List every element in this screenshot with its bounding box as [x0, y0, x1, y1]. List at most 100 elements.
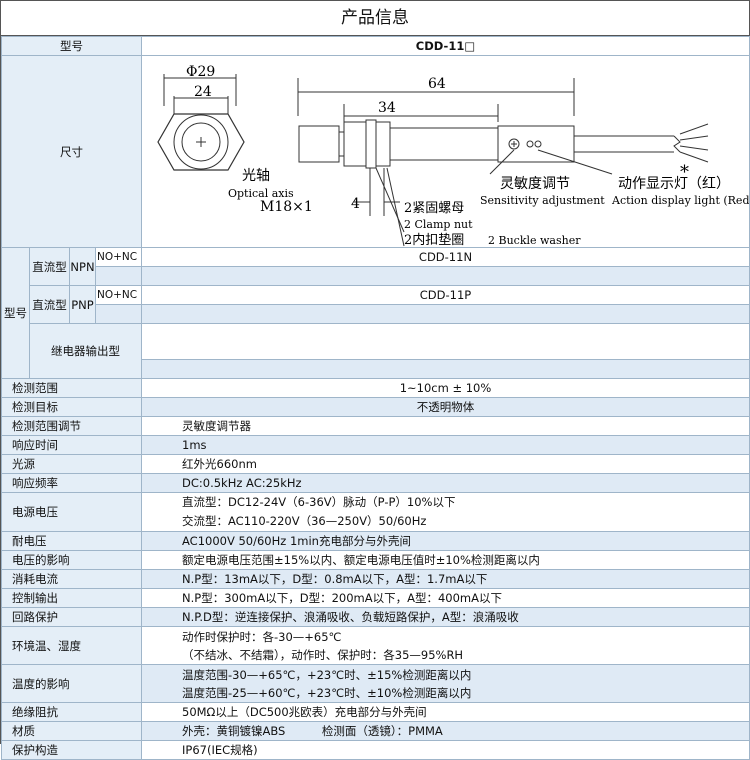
variant-label: 型号 [1, 247, 30, 379]
spec-value: 1~10cm ± 10% [141, 378, 750, 398]
spec-row: 检测范围 1~10cm ± 10% [1, 378, 750, 398]
page-title: 产品信息 [1, 1, 749, 36]
axis-cn: 光轴 [242, 168, 270, 184]
spec-row: 耐电压 AC1000V 50/60Hz 1min充电部分与外壳间 [1, 531, 750, 551]
washer-en: 2 Buckle washer [488, 234, 581, 247]
temp-line: 温度范围-25—+60℃，+23℃时、±10%检测距离以内 [182, 685, 472, 700]
spec-value: 红外光660nm [141, 454, 750, 474]
spec-row: 响应频率 DC:0.5kHz AC:25kHz [1, 473, 750, 493]
env-line: 动作时保护时：各-30—+65℃ [182, 629, 342, 644]
spec-value: 动作时保护时：各-30—+65℃ （不结冰、不结霜），动作时、保护时：各35—9… [141, 626, 750, 665]
spec-row: 响应时间 1ms [1, 435, 750, 455]
spec-label: 控制输出 [1, 588, 142, 608]
pnp-nonc: NO+NC [95, 285, 142, 305]
spec-label: 电源电压 [1, 492, 142, 532]
nut-cn: 2紧固螺母 [404, 201, 464, 216]
spec-value: IP67(IEC规格) [141, 740, 750, 760]
spec-value: N.P型：13mA以下，D型：0.8mA以下，A型：1.7mA以下 [141, 569, 750, 589]
spec-label: 响应频率 [1, 473, 142, 493]
spec-value: 不透明物体 [141, 397, 750, 417]
spec-value: DC:0.5kHz AC:25kHz [141, 473, 750, 493]
env-row: 环境温、湿度 动作时保护时：各-30—+65℃ （不结冰、不结霜），动作时、保护… [1, 626, 750, 665]
dim-4: 4 [351, 196, 360, 212]
action-en: Action display light (Red [611, 194, 749, 207]
relay-value-1 [141, 323, 750, 360]
spec-label: 回路保护 [1, 607, 142, 627]
dim-dia29: Φ29 [186, 64, 215, 80]
washer-cn: 2内扣垫圈 [404, 232, 464, 247]
pnp-label: PNP [69, 285, 96, 324]
npn-row-1: 型号 直流型 NPN NO+NC CDD-11N [1, 247, 750, 379]
spec-value: 温度范围-30—+65℃，+23℃时、±15%检测距离以内 温度范围-25—+6… [141, 664, 750, 703]
spec-value: N.P型：300mA以下，D型：200mA以下，A型：400mA以下 [141, 588, 750, 608]
spec-label: 检测目标 [1, 397, 142, 417]
dimension-label: 尺寸 [1, 55, 142, 248]
sens-cn: 灵敏度调节 [500, 176, 570, 192]
spec-label: 消耗电流 [1, 569, 142, 589]
spec-label: 电压的影响 [1, 550, 142, 570]
npn-nonc: NO+NC [95, 247, 142, 267]
dc-label-npn: 直流型 [29, 247, 70, 286]
spec-row: 回路保护 N.P.D型：逆连接保护、浪涌吸收、负载短路保护，A型：浪涌吸收 [1, 607, 750, 627]
spec-value: 额定电源电压范围±15%以内、额定电源电压值时±10%检测距离以内 [141, 550, 750, 570]
product-info-sheet: 产品信息 型号 CDD-11□ 尺寸 Φ29 24 光轴 Optical axi… [0, 0, 750, 760]
spec-value: 灵敏度调节器 [141, 416, 750, 436]
model-label: 型号 [1, 36, 142, 56]
npn-model: CDD-11N [141, 247, 750, 267]
spec-value: 外壳：黄铜镀镍ABS 检测面（透镜）：PMMA [141, 721, 750, 741]
spec-label: 温度的影响 [1, 664, 142, 703]
pnp-model: CDD-11P [141, 285, 750, 305]
side-view [297, 78, 709, 247]
npn-blank [95, 266, 142, 286]
pnp-blank-value [141, 304, 750, 324]
spec-table: 型号 CDD-11□ 尺寸 Φ29 24 光轴 Optical axis M18… [1, 36, 750, 760]
spec-label: 光源 [1, 454, 142, 474]
spec-value: N.P.D型：逆连接保护、浪涌吸收、负载短路保护，A型：浪涌吸收 [141, 607, 750, 627]
env-line: （不结冰、不结霜），动作时、保护时：各35—95%RH [182, 647, 464, 662]
dim-24: 24 [194, 84, 212, 100]
star-mark: * [680, 162, 689, 183]
pnp-row-1: 直流型 PNP NO+NC CDD-11P [2, 285, 750, 324]
spec-value: 直流型：DC12-24V（6-36V）脉动（P-P）10%以下 交流型：AC11… [141, 492, 750, 532]
dimension-row: 尺寸 Φ29 24 光轴 Optical axis M18×1 64 34 4 … [1, 55, 750, 248]
spec-row: 消耗电流 N.P型：13mA以下，D型：0.8mA以下，A型：1.7mA以下 [1, 569, 750, 589]
spec-row: 检测范围调节 灵敏度调节器 [1, 416, 750, 436]
npn-row-2 [2, 266, 750, 286]
nut-en: 2 Clamp nut [404, 218, 473, 231]
spec-label: 环境温、湿度 [1, 626, 142, 665]
sens-en: Sensitivity adjustment [480, 194, 605, 207]
temp-line: 温度范围-30—+65℃，+23℃时、±15%检测距离以内 [182, 667, 472, 682]
spec-label: 绝缘阻抗 [1, 702, 142, 722]
sensor-drawing: Φ29 24 光轴 Optical axis M18×1 64 34 4 灵敏度… [157, 64, 749, 247]
spec-row: 绝缘阻抗 50MΩ以上（DC500兆欧表）充电部分与外壳间 [1, 702, 750, 722]
npn-label: NPN [69, 247, 96, 286]
spec-value: 1ms [141, 435, 750, 455]
dimension-drawing: Φ29 24 光轴 Optical axis M18×1 64 34 4 灵敏度… [141, 55, 750, 248]
power-line: 交流型：AC110-220V（36—250V）50/60Hz [182, 514, 427, 528]
spec-row: 保护构造 IP67(IEC规格) [1, 740, 750, 760]
npn-blank-value [141, 266, 750, 286]
spec-row: 材质 外壳：黄铜镀镍ABS 检测面（透镜）：PMMA [1, 721, 750, 741]
power-row: 电源电压 直流型：DC12-24V（6-36V）脉动（P-P）10%以下 交流型… [1, 492, 750, 532]
dim-34: 34 [378, 100, 396, 116]
spec-row: 检测目标 不透明物体 [1, 397, 750, 417]
spec-value: AC1000V 50/60Hz 1min充电部分与外壳间 [141, 531, 750, 551]
relay-row: 继电器输出型 [2, 323, 750, 379]
model-value: CDD-11□ [141, 36, 750, 56]
spec-value: 50MΩ以上（DC500兆欧表）充电部分与外壳间 [141, 702, 750, 722]
power-line: 直流型：DC12-24V（6-36V）脉动（P-P）10%以下 [182, 495, 456, 509]
relay-label: 继电器输出型 [29, 323, 142, 379]
dim-64: 64 [428, 76, 446, 92]
pnp-row-2 [2, 304, 750, 324]
temp-row: 温度的影响 温度范围-30—+65℃，+23℃时、±15%检测距离以内 温度范围… [1, 664, 750, 703]
spec-row: 控制输出 N.P型：300mA以下，D型：200mA以下，A型：400mA以下 [1, 588, 750, 608]
spec-label: 材质 [1, 721, 142, 741]
spec-label: 保护构造 [1, 740, 142, 760]
spec-label: 耐电压 [1, 531, 142, 551]
spec-label: 响应时间 [1, 435, 142, 455]
spec-row: 光源 红外光660nm [1, 454, 750, 474]
model-row: 型号 CDD-11□ [1, 36, 750, 56]
pnp-blank [95, 304, 142, 324]
relay-value-2 [141, 359, 750, 379]
spec-row: 电压的影响 额定电源电压范围±15%以内、额定电源电压值时±10%检测距离以内 [1, 550, 750, 570]
